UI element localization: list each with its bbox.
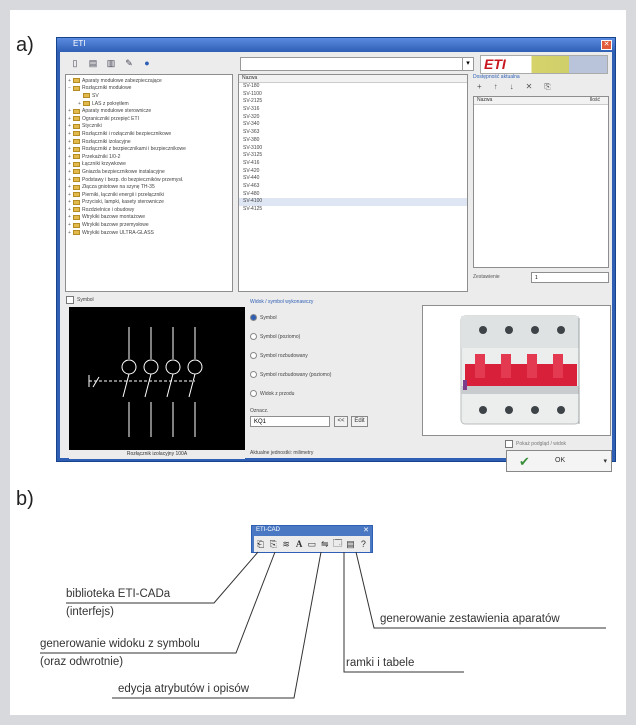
annotation-frames: ramki i tabele: [346, 657, 415, 669]
annotation-list: generowanie zestawienia aparatów: [380, 613, 560, 625]
annotation-attributes: edycja atrybutów i opisów: [118, 683, 250, 695]
annotation-view-sub: (oraz odwrotnie): [40, 656, 124, 668]
annotation-library-sub: (interfejs): [66, 606, 114, 618]
annotation-library: biblioteka ETI-CADa: [66, 588, 171, 600]
annotation-view: generowanie widoku z symbolu: [40, 638, 200, 650]
